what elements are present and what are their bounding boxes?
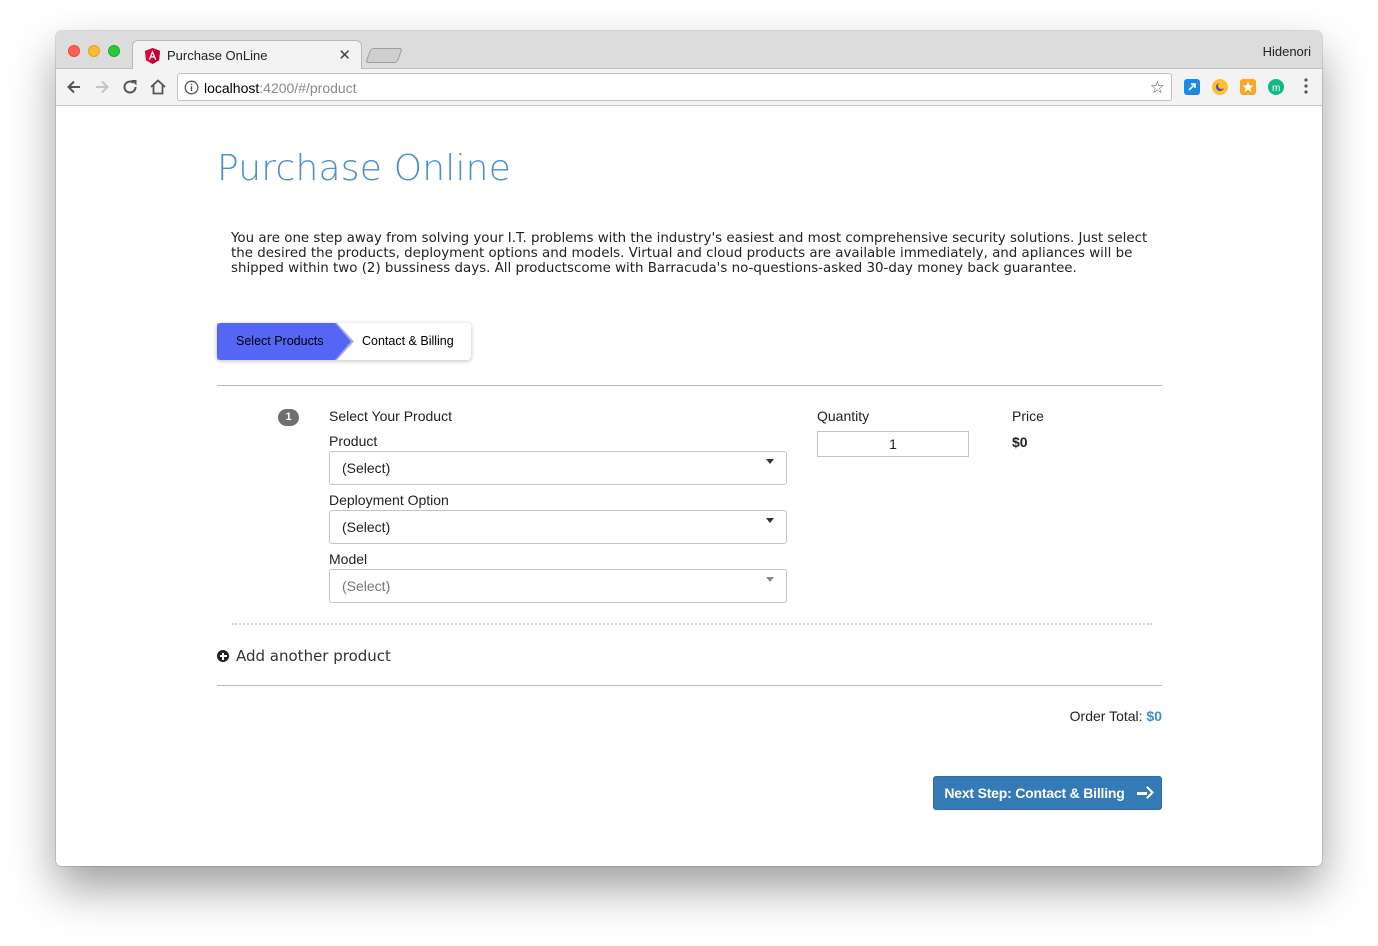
model-select-value: (Select) (342, 578, 391, 594)
extension-m-icon[interactable]: m (1268, 79, 1284, 95)
product-label: Product (329, 433, 378, 449)
next-step-button[interactable]: Next Step: Contact & Billing (933, 776, 1162, 810)
home-icon[interactable] (148, 77, 168, 97)
deployment-select-value: (Select) (342, 519, 391, 535)
divider-bottom (217, 685, 1162, 686)
url-host: localhost (204, 80, 260, 96)
add-product-label: Add another product (236, 647, 391, 665)
minimize-window-button[interactable] (88, 45, 100, 57)
select-product-heading: Select Your Product (329, 408, 452, 424)
next-step-label: Next Step: Contact & Billing (944, 785, 1125, 801)
intro-paragraph: You are one step away from solving your … (231, 231, 1148, 276)
quantity-label: Quantity (817, 408, 870, 424)
price-value: $0 (1012, 434, 1028, 450)
browser-tab[interactable]: Purchase OnLine ✕ (132, 40, 362, 70)
url-path: :4200/#/product (259, 80, 357, 96)
product-number-badge: 1 (278, 409, 299, 426)
extension-moon-icon[interactable] (1212, 79, 1228, 95)
dotted-divider (232, 623, 1152, 625)
price-label: Price (1012, 408, 1044, 424)
info-icon[interactable] (184, 80, 199, 95)
model-select[interactable]: (Select) (329, 569, 787, 603)
checkout-stepper: Select Products Contact & Billing (217, 323, 471, 360)
browser-window: Purchase OnLine ✕ Hidenori localhost:420… (56, 31, 1322, 866)
order-total: Order Total: $0 (1070, 708, 1162, 724)
product-select-value: (Select) (342, 460, 391, 476)
divider-top (217, 385, 1162, 386)
step-select-products-label: Select Products (236, 334, 324, 348)
chevron-down-icon (766, 577, 774, 582)
page-title: Purchase Online (217, 148, 512, 189)
page-content: Purchase Online You are one step away fr… (56, 107, 1322, 866)
new-tab-button[interactable] (365, 48, 403, 63)
extension-star-icon[interactable] (1240, 79, 1256, 95)
url-text: localhost:4200/#/product (204, 80, 357, 96)
order-total-label: Order Total: (1069, 708, 1143, 724)
arrow-right-icon (1136, 787, 1151, 799)
model-label: Model (329, 551, 368, 567)
browser-menu-icon[interactable] (1304, 77, 1308, 95)
maximize-window-button[interactable] (108, 45, 120, 57)
deployment-select[interactable]: (Select) (329, 510, 787, 544)
bookmark-star-icon[interactable]: ☆ (1150, 78, 1165, 98)
browser-toolbar: localhost:4200/#/product ☆ m (56, 69, 1322, 106)
angular-logo-icon (145, 48, 160, 64)
reload-icon[interactable] (120, 77, 140, 97)
profile-name[interactable]: Hidenori (1263, 44, 1311, 59)
plus-circle-icon (217, 650, 229, 662)
add-product-link[interactable]: Add another product (217, 647, 391, 665)
chevron-down-icon (766, 518, 774, 523)
tab-title: Purchase OnLine (167, 48, 268, 63)
svg-text:m: m (1272, 83, 1280, 94)
deployment-label: Deployment Option (329, 492, 449, 508)
back-arrow-icon[interactable] (64, 77, 84, 97)
close-window-button[interactable] (68, 45, 80, 57)
address-bar[interactable]: localhost:4200/#/product ☆ (177, 73, 1172, 101)
order-total-amount: $0 (1146, 708, 1162, 724)
title-bar: Purchase OnLine ✕ Hidenori (56, 31, 1322, 70)
product-select[interactable]: (Select) (329, 451, 787, 485)
forward-arrow-icon[interactable] (92, 77, 112, 97)
chevron-down-icon (766, 459, 774, 464)
close-tab-icon[interactable]: ✕ (338, 46, 351, 64)
quantity-input[interactable]: 1 (817, 431, 969, 457)
step-contact-billing[interactable]: Contact & Billing (362, 334, 454, 348)
extension-link-icon[interactable] (1184, 79, 1200, 95)
